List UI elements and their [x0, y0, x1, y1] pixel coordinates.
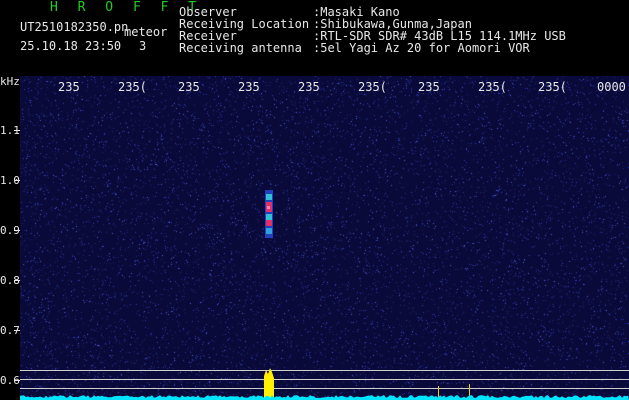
x-tick-label: 235 [178, 80, 200, 94]
spectrogram-plot [20, 76, 629, 400]
x-tick-label: 235 [58, 80, 80, 94]
header-panel: H R O F F T UT2510182350.pn meteor 25.10… [0, 0, 629, 76]
antenna-label: Receiving antenna [179, 41, 302, 55]
detection-count: 3 [139, 39, 147, 53]
filename: UT2510182350.pn [20, 20, 129, 34]
x-tick-label: 235 [238, 80, 260, 94]
y-tick-mark [14, 280, 20, 281]
x-tick-label: 235( [358, 80, 387, 94]
x-tick-label: 0000 [597, 80, 626, 94]
y-tick-mark [14, 130, 20, 131]
meteor-echo [265, 190, 273, 238]
datetime: 25.10.18 23:50 [20, 39, 122, 53]
power-baseline [20, 395, 629, 400]
y-tick-mark [14, 180, 20, 181]
reference-line [20, 370, 629, 371]
y-tick-mark [14, 230, 20, 231]
y-tick-mark [14, 380, 20, 381]
x-tick-label: 235 [418, 80, 440, 94]
x-tick-label: 235 [298, 80, 320, 94]
noise-field [20, 76, 629, 400]
x-tick-label: 235( [118, 80, 147, 94]
y-tick-mark [14, 330, 20, 331]
x-tick-label: 235( [538, 80, 567, 94]
x-tick-label: 235( [478, 80, 507, 94]
mode-label: meteor [124, 25, 168, 39]
reference-line [20, 388, 629, 389]
reference-line [20, 379, 629, 380]
antenna-value: :5el Yagi Az 20 for Aomori VOR [313, 41, 530, 55]
y-axis-unit: kHz [0, 75, 20, 88]
